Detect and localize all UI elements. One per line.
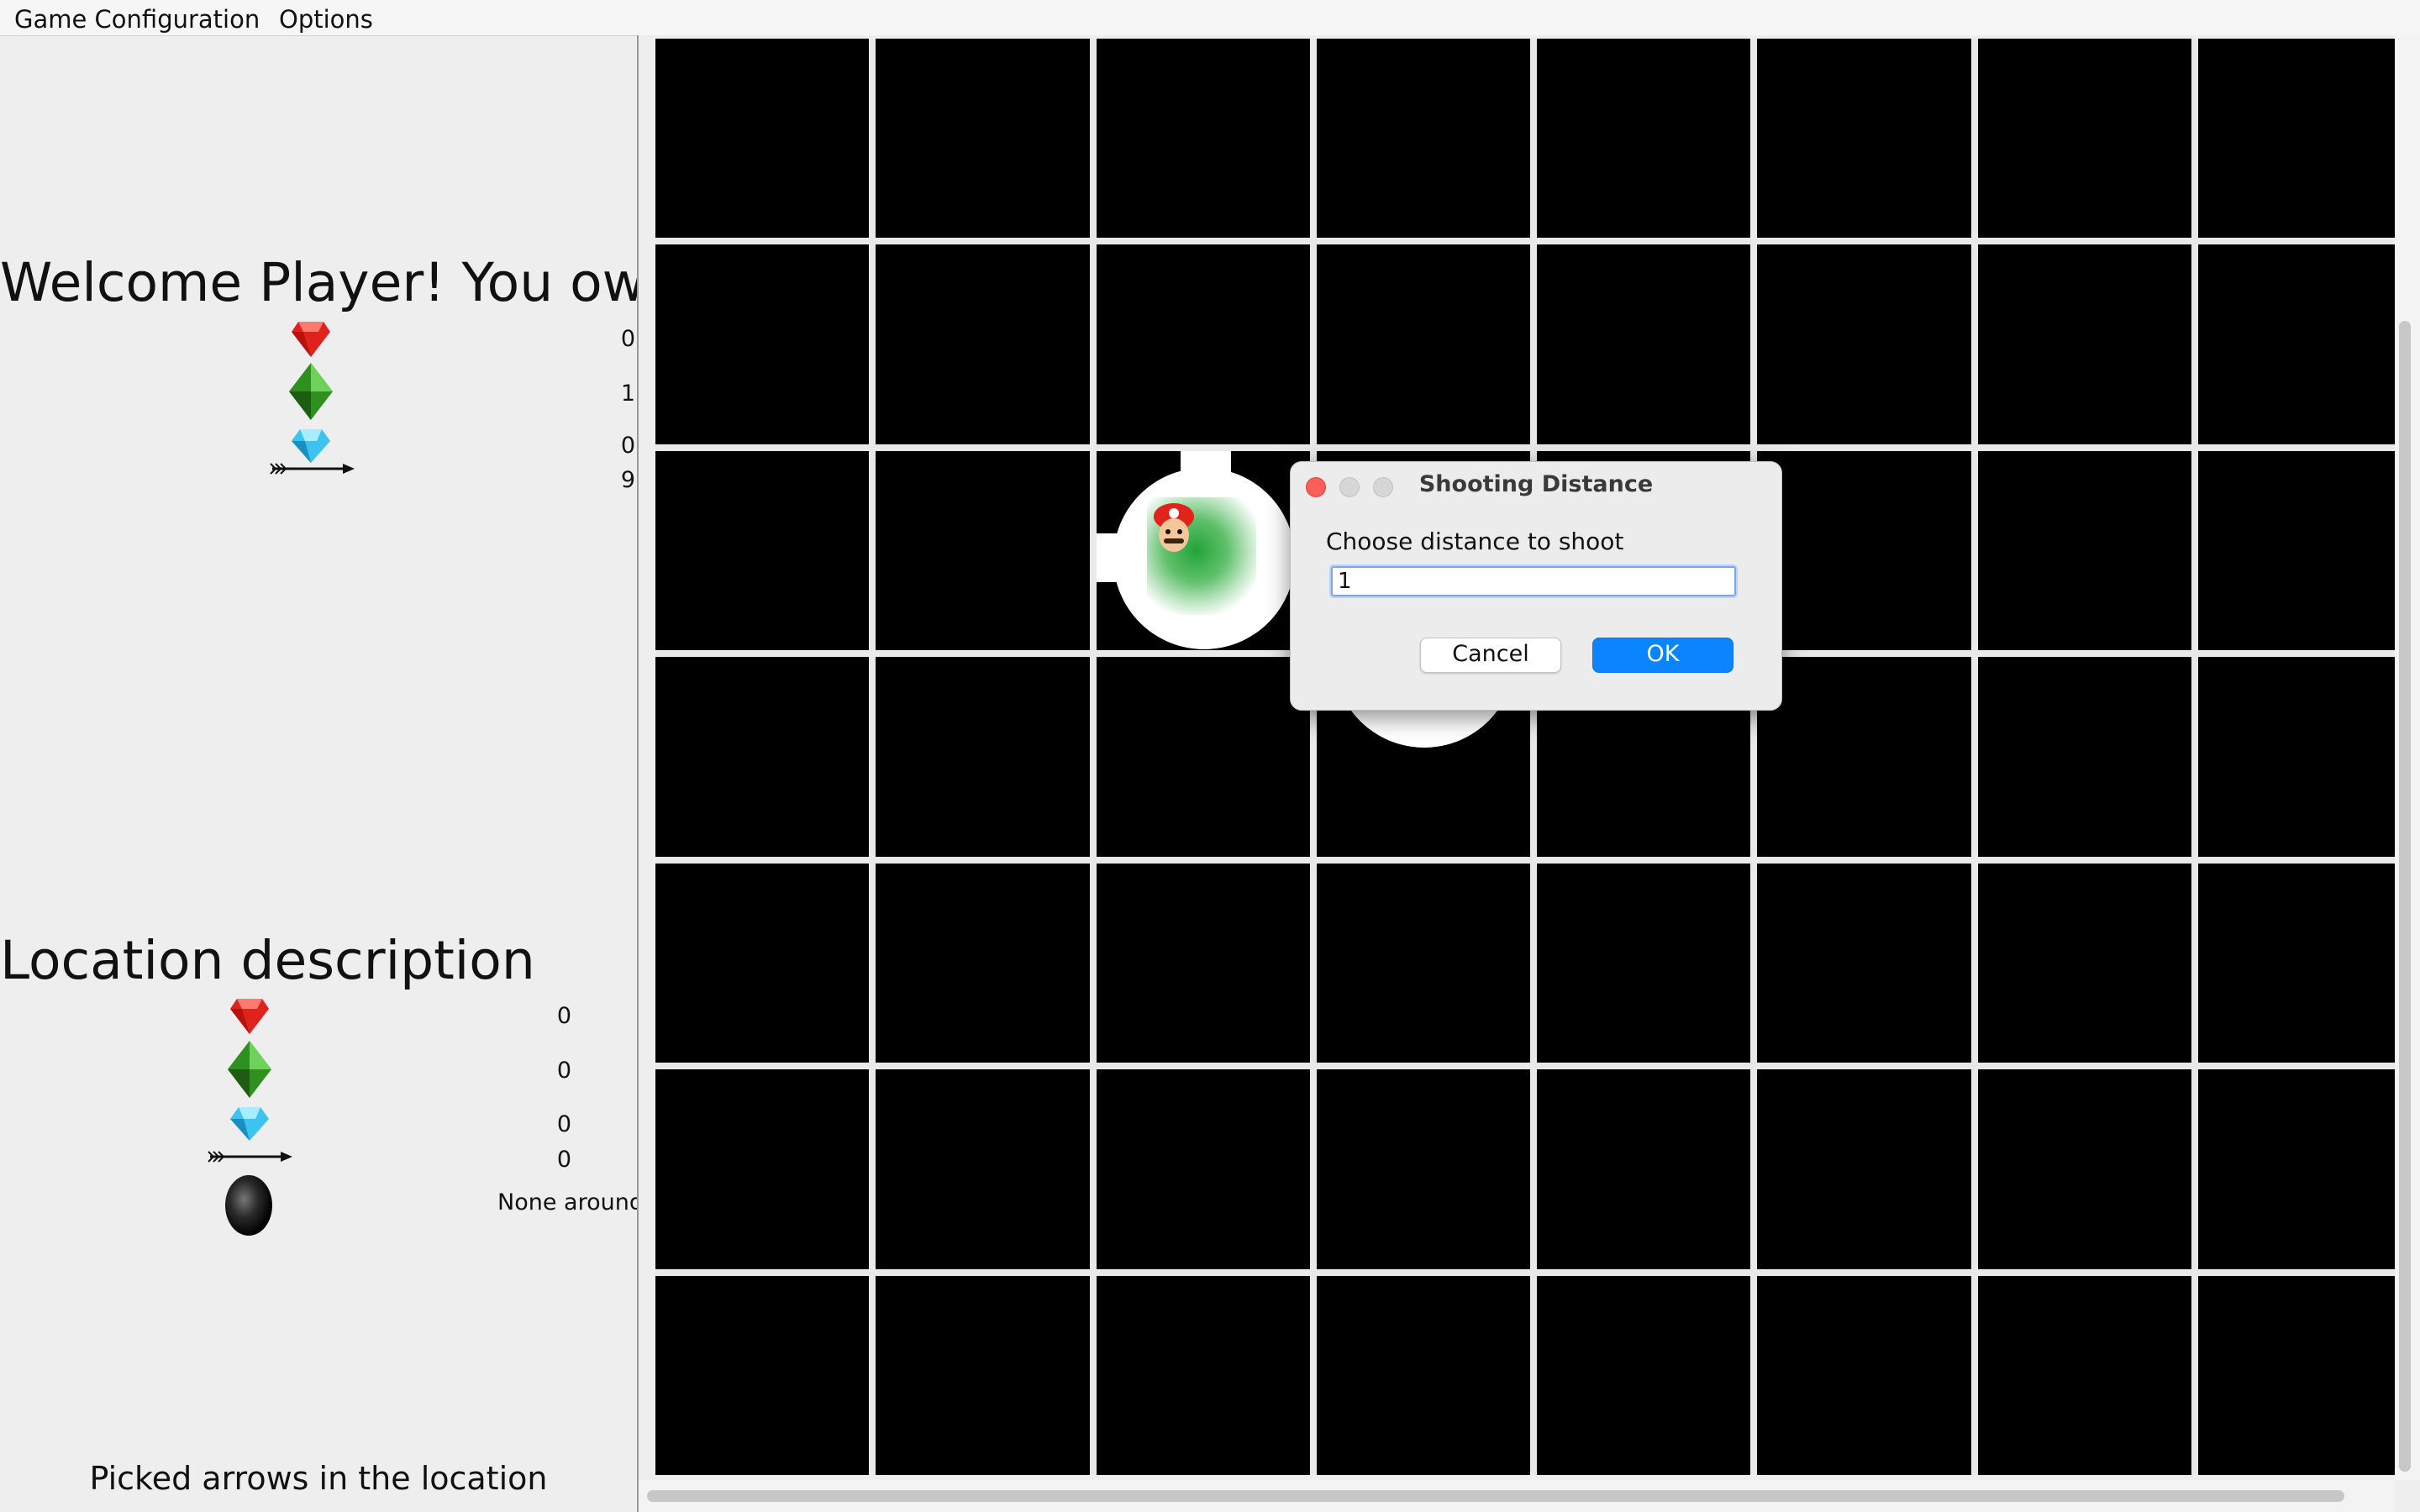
board-cell[interactable] [655, 1275, 870, 1475]
info-panel: Welcome Player! You own 0 1 0 9 Location… [0, 36, 679, 1512]
board-cell[interactable] [1096, 1069, 1310, 1269]
ok-button[interactable]: OK [1592, 638, 1733, 673]
board-cell[interactable] [1757, 450, 1971, 651]
emerald-icon [286, 363, 336, 420]
board-cell[interactable] [1977, 863, 2191, 1063]
board-cell[interactable] [1757, 657, 1971, 857]
player-emerald-count: 1 [620, 381, 635, 407]
board-cell[interactable] [655, 244, 870, 444]
board-cell[interactable] [655, 450, 870, 651]
menu-game-configuration[interactable]: Game Configuration [14, 5, 260, 34]
board-cell[interactable] [1977, 450, 2191, 651]
board-cell[interactable] [655, 1069, 870, 1269]
horizontal-scrollbar-thumb[interactable] [647, 1490, 2344, 1502]
board-cell[interactable] [2197, 863, 2412, 1063]
board-cell[interactable] [1537, 244, 1751, 444]
location-ruby-count: 0 [556, 1003, 571, 1029]
player-ruby-count: 0 [620, 326, 635, 352]
dialog-titlebar: Shooting Distance [1291, 462, 1781, 509]
menu-options[interactable]: Options [279, 5, 373, 34]
location-emerald-count: 0 [556, 1058, 571, 1084]
board-cell[interactable] [1757, 39, 1971, 239]
board-cell[interactable] [876, 244, 1090, 444]
board-cell[interactable] [876, 39, 1090, 239]
player-heading: Welcome Player! You own [0, 252, 680, 313]
player-icon [1153, 502, 1194, 552]
board-cell[interactable] [1537, 1275, 1751, 1475]
vertical-scrollbar[interactable] [2395, 35, 2420, 1480]
emerald-icon [224, 1041, 275, 1098]
board-cell[interactable] [655, 863, 870, 1063]
board-cell-player[interactable] [1096, 450, 1310, 651]
board-cell[interactable] [1757, 1069, 1971, 1269]
board-cell[interactable] [655, 39, 870, 239]
board-cell[interactable] [1977, 1275, 2191, 1475]
diamond-icon [224, 1098, 275, 1148]
player-arrow-count: 9 [620, 467, 635, 493]
ruby-icon [224, 990, 275, 1041]
location-arrow-count: 0 [556, 1147, 571, 1173]
board-cell[interactable] [876, 450, 1090, 651]
player-diamond-count: 0 [620, 433, 635, 459]
board-cell[interactable] [1977, 657, 2191, 857]
distance-label: Choose distance to shoot [1326, 528, 1624, 555]
board-cell[interactable] [2197, 1275, 2412, 1475]
distance-input[interactable] [1329, 564, 1738, 598]
board-cell[interactable] [1537, 1069, 1751, 1269]
board-cell[interactable] [2197, 1069, 2412, 1269]
arrow-icon [267, 456, 355, 481]
board-cell[interactable] [1977, 1069, 2191, 1269]
cancel-button[interactable]: Cancel [1420, 638, 1561, 673]
board-cell[interactable] [1977, 244, 2191, 444]
board-cell[interactable] [1316, 863, 1530, 1063]
location-heading: Location description [0, 930, 535, 991]
shooting-distance-dialog: Shooting Distance Choose distance to sho… [1290, 461, 1782, 711]
board-cell[interactable] [1096, 657, 1310, 857]
dialog-title: Shooting Distance [1418, 471, 1654, 497]
board-cell[interactable] [2197, 39, 2412, 239]
game-board-panel [637, 35, 2420, 1512]
board-cell[interactable] [2197, 244, 2412, 444]
board-cell[interactable] [876, 1275, 1090, 1475]
menu-bar: Game Configuration Options [0, 0, 2420, 36]
status-message: Picked arrows in the location [89, 1460, 548, 1497]
location-pit-status: None around [497, 1189, 644, 1215]
board-cell[interactable] [1537, 39, 1751, 239]
arrow-icon [205, 1144, 292, 1169]
board-cell[interactable] [1316, 1069, 1530, 1269]
board-cell[interactable] [2197, 657, 2412, 857]
board-cell[interactable] [1316, 1275, 1530, 1475]
board-cell[interactable] [1757, 863, 1971, 1063]
board-cell[interactable] [1096, 39, 1310, 239]
pit-icon [224, 1172, 274, 1239]
location-diamond-count: 0 [556, 1111, 571, 1137]
board-cell[interactable] [876, 657, 1090, 857]
vertical-scrollbar-thumb[interactable] [2399, 321, 2411, 1472]
board-cell[interactable] [1537, 863, 1751, 1063]
board-cell[interactable] [1096, 1275, 1310, 1475]
board-cell[interactable] [876, 1069, 1090, 1269]
horizontal-scrollbar[interactable] [639, 1480, 2395, 1512]
board-cell[interactable] [1316, 39, 1530, 239]
board-cell[interactable] [1316, 244, 1530, 444]
board-cell[interactable] [876, 863, 1090, 1063]
board-cell[interactable] [1757, 1275, 1971, 1475]
board-cell[interactable] [1096, 863, 1310, 1063]
game-board-grid [655, 39, 2412, 1475]
board-cell[interactable] [2197, 450, 2412, 651]
ruby-icon [286, 313, 336, 364]
board-cell[interactable] [1757, 244, 1971, 444]
board-cell[interactable] [1977, 39, 2191, 239]
board-cell[interactable] [1096, 244, 1310, 444]
board-cell[interactable] [655, 657, 870, 857]
